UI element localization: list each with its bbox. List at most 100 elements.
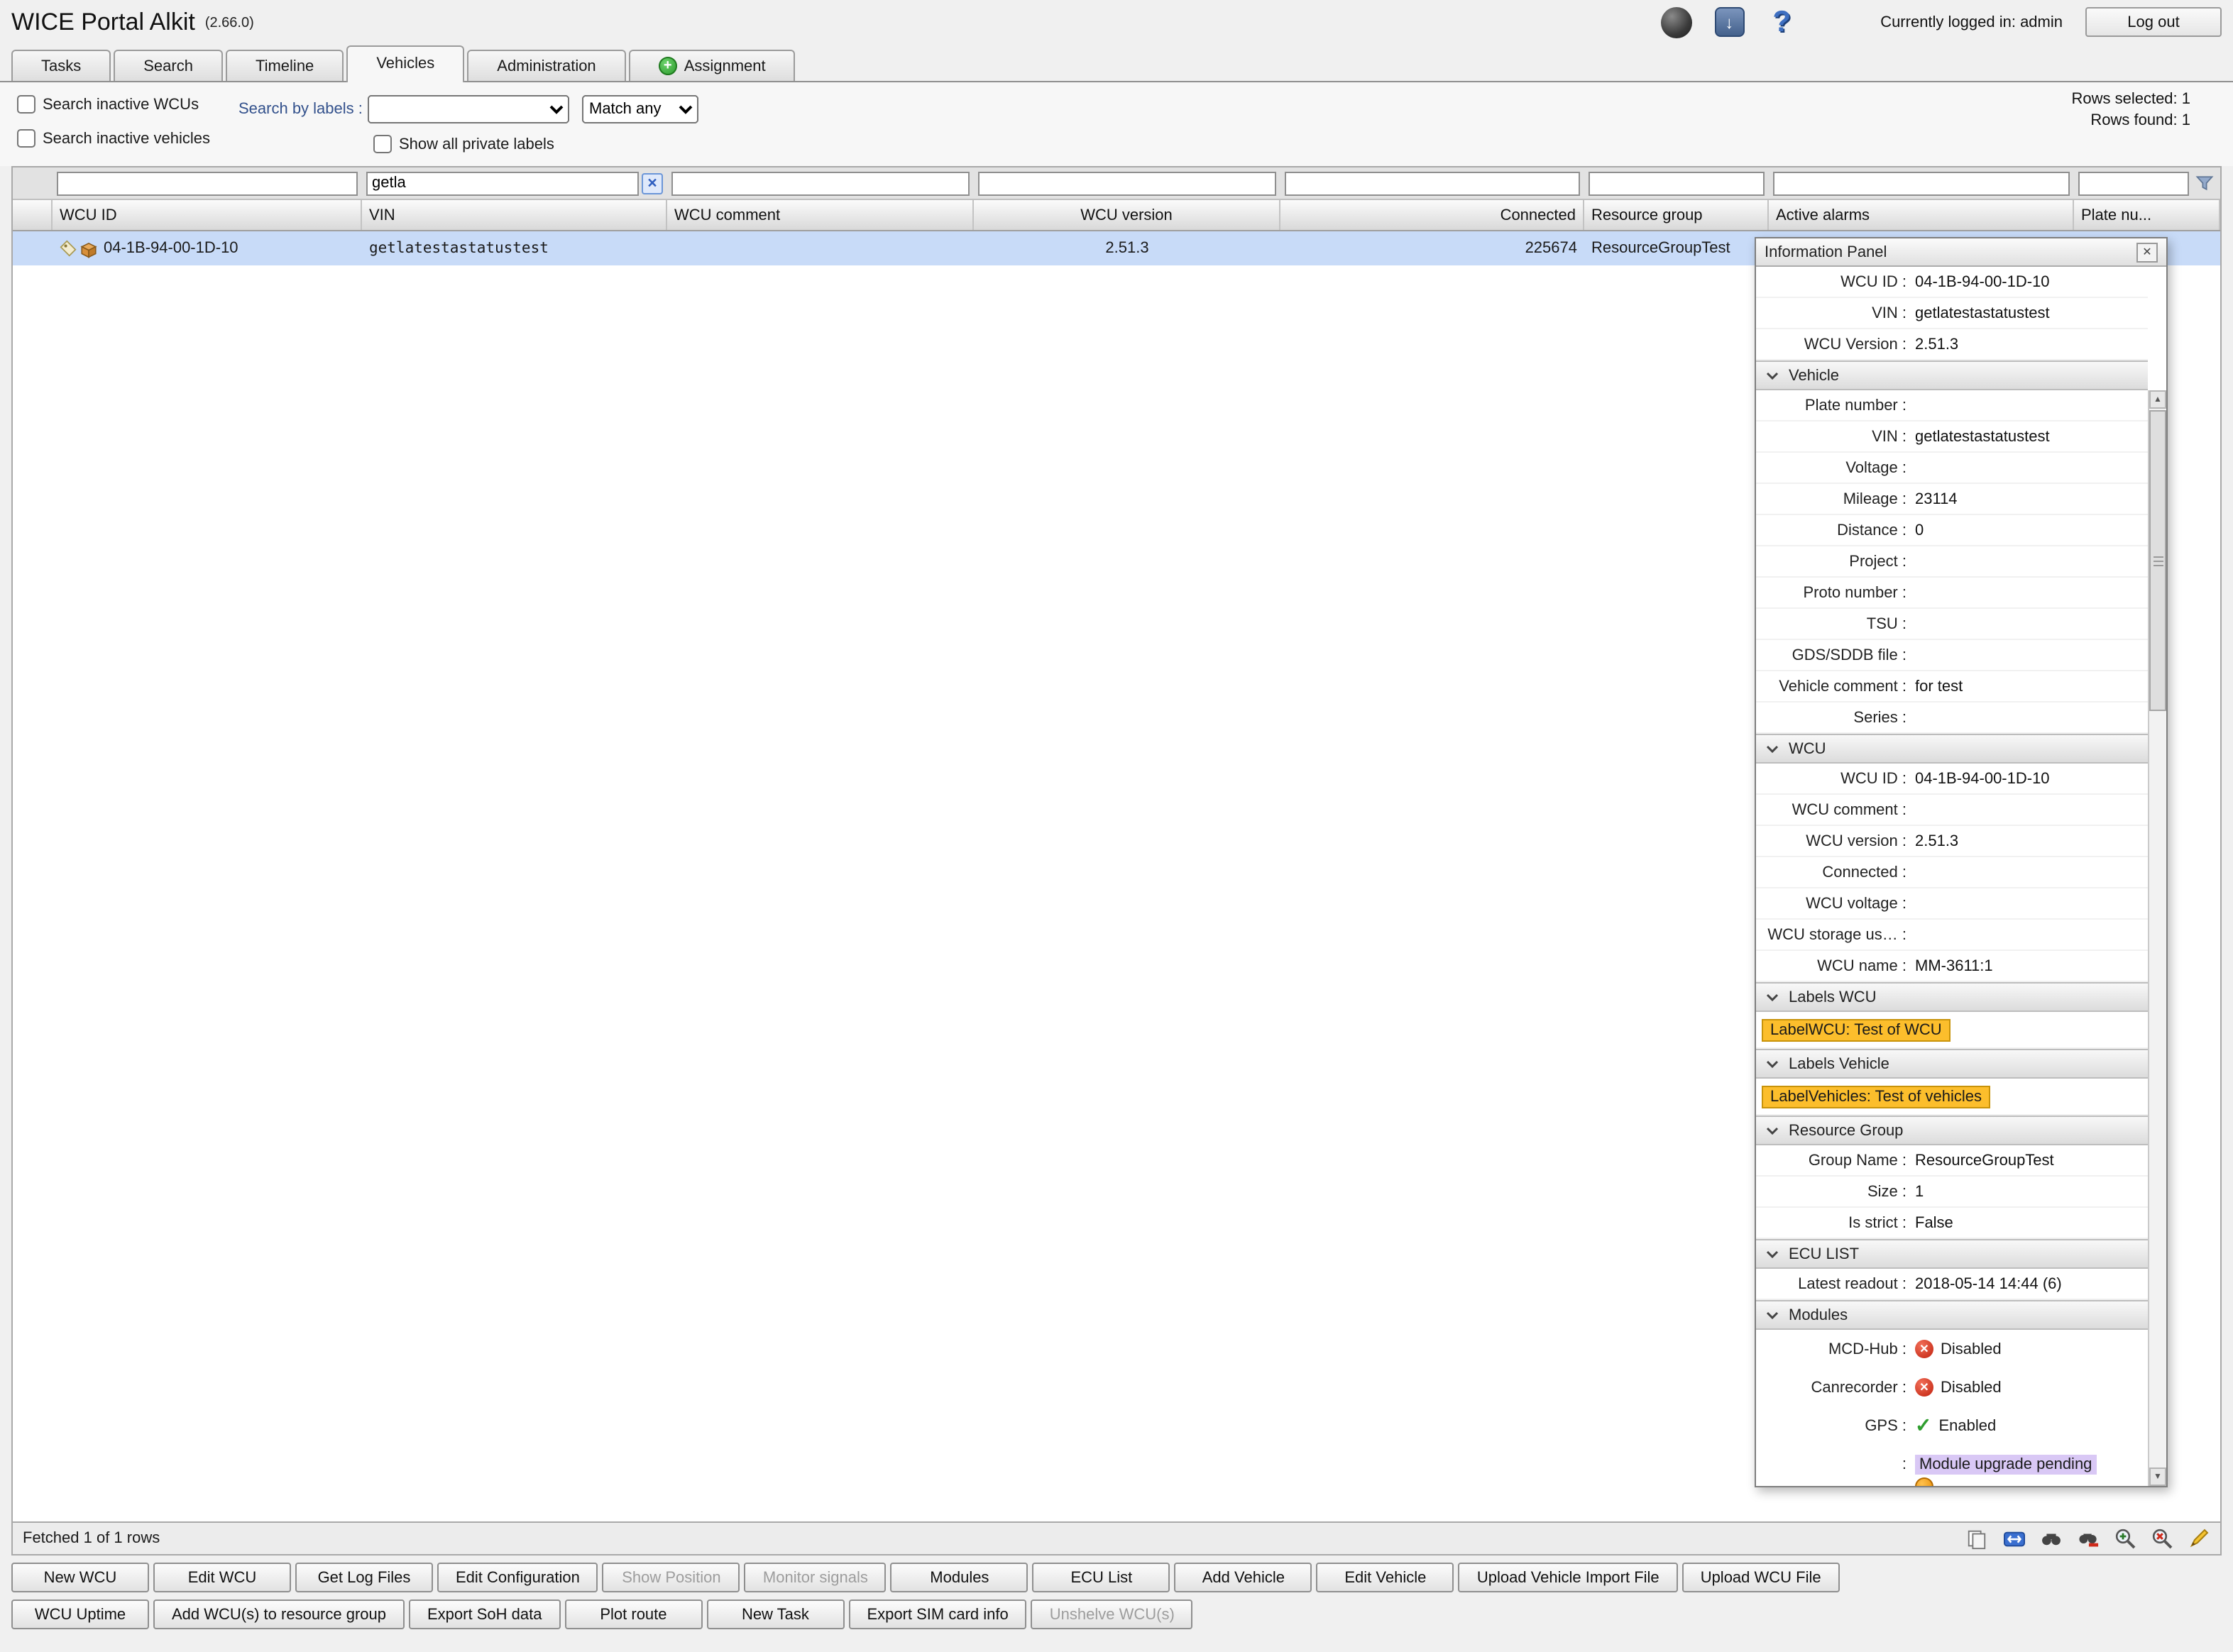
column-header-wcu-comment[interactable]: WCU comment (667, 200, 974, 230)
search-inactive-vehicles-checkbox[interactable]: Search inactive vehicles (17, 129, 210, 148)
tab-vehicles[interactable]: Vehicles (346, 45, 464, 82)
vin-filter-input[interactable] (366, 171, 639, 195)
info-row-label: Project : (1756, 553, 1915, 570)
plate-filter-input[interactable] (2078, 171, 2189, 195)
tab-timeline[interactable]: Timeline (226, 50, 344, 81)
info-row: WCU ID : 04-1B-94-00-1D-10 (1756, 764, 2148, 795)
export-icon[interactable] (2002, 1526, 2026, 1551)
section-header-ecu-list[interactable]: ECU LIST (1756, 1239, 2148, 1269)
add-vehicle-button[interactable]: Add Vehicle (1175, 1563, 1312, 1592)
connected-filter-input[interactable] (1285, 171, 1580, 195)
copy-icon[interactable] (1965, 1526, 1989, 1551)
info-row-value: 2018-05-14 14:44 (6) (1915, 1275, 2062, 1292)
info-row-label: Distance : (1756, 522, 1915, 539)
show-position-button: Show Position (603, 1563, 740, 1592)
download-icon[interactable]: ↓ (1713, 6, 1745, 38)
clear-filter-icon[interactable]: ✕ (642, 172, 663, 194)
edit-vehicle-button[interactable]: Edit Vehicle (1317, 1563, 1454, 1592)
section-header-resource-group[interactable]: Resource Group (1756, 1116, 2148, 1145)
section-header-wcu[interactable]: WCU (1756, 734, 2148, 764)
active-alarms-filter-input[interactable] (1773, 171, 2070, 195)
section-header-labels-vehicle[interactable]: Labels Vehicle (1756, 1049, 2148, 1079)
info-row-label: Vehicle comment : (1756, 678, 1915, 695)
ecu-list-button[interactable]: ECU List (1033, 1563, 1170, 1592)
disabled-icon: ✕ (1915, 1340, 1933, 1358)
match-mode-select[interactable]: Match any (582, 95, 698, 123)
section-header-vehicle[interactable]: Vehicle (1756, 360, 2148, 390)
column-header-connected[interactable]: Connected (1280, 200, 1584, 230)
chevron-down-icon (1766, 744, 1779, 753)
search-inactive-wcus-checkbox[interactable]: Search inactive WCUs (17, 95, 199, 114)
scroll-down-icon[interactable]: ▼ (2149, 1467, 2166, 1486)
export-soh-data-button[interactable]: Export SoH data (409, 1599, 560, 1629)
tab-administration[interactable]: Administration (467, 50, 625, 81)
chevron-down-icon (1766, 1126, 1779, 1135)
status-bar-icons (1965, 1526, 2210, 1551)
info-row-value: 23114 (1915, 490, 1958, 507)
zoom-in-icon[interactable] (2112, 1526, 2136, 1551)
section-title: Labels WCU (1789, 989, 1877, 1006)
panel-scrollbar[interactable]: ▲ ▼ (2148, 390, 2166, 1486)
filter-funnel-icon[interactable] (2192, 171, 2216, 195)
upload-vehicle-import-file-button[interactable]: Upload Vehicle Import File (1459, 1563, 1678, 1592)
find-icon[interactable] (2039, 1526, 2063, 1551)
wcu-uptime-button[interactable]: WCU Uptime (11, 1599, 149, 1629)
edit-icon[interactable] (2186, 1526, 2210, 1551)
get-log-files-button[interactable]: Get Log Files (295, 1563, 433, 1592)
info-row: GDS/SDDB file : (1756, 640, 2148, 671)
zoom-clear-icon[interactable] (2149, 1526, 2173, 1551)
plot-route-button[interactable]: Plot route (564, 1599, 702, 1629)
app-title: WICE Portal Alkit (11, 8, 195, 36)
column-header-vin[interactable]: VIN (362, 200, 667, 230)
column-header-resource-group[interactable]: Resource group (1584, 200, 1769, 230)
modules-button[interactable]: Modules (891, 1563, 1028, 1592)
labels-select[interactable] (368, 95, 569, 123)
wcu-version-filter-input[interactable] (978, 171, 1276, 195)
resource-group-filter-input[interactable] (1589, 171, 1765, 195)
ecu-list-rows: Latest readout : 2018-05-14 14:44 (6) (1756, 1269, 2148, 1300)
section-header-labels-wcu[interactable]: Labels WCU (1756, 982, 2148, 1012)
logout-button[interactable]: Log out (2085, 7, 2222, 37)
new-task-button[interactable]: New Task (706, 1599, 844, 1629)
wcu-comment-filter-input[interactable] (671, 171, 970, 195)
info-row-label: WCU storage us… : (1756, 926, 1915, 943)
upload-wcu-file-button[interactable]: Upload WCU File (1682, 1563, 1840, 1592)
label-chip: LabelWCU: Test of WCU (1762, 1018, 1951, 1041)
show-all-private-labels-checkbox[interactable]: Show all private labels (373, 135, 554, 153)
section-header-modules[interactable]: Modules (1756, 1300, 2148, 1330)
wcu-id-filter-input[interactable] (57, 171, 358, 195)
information-panel-title: Information Panel (1765, 243, 1887, 260)
checkbox-icon[interactable] (17, 129, 35, 148)
column-header-wcu-version[interactable]: WCU version (974, 200, 1280, 230)
export-sim-card-info-button[interactable]: Export SIM card info (848, 1599, 1026, 1629)
globe-icon[interactable] (1660, 6, 1693, 38)
column-header-wcu-id[interactable]: WCU ID (53, 200, 362, 230)
edit-wcu-button[interactable]: Edit WCU (153, 1563, 291, 1592)
rows-selected-label: Rows selected: 1 (2071, 89, 2190, 111)
info-row-value: getlatestastatustest (1915, 304, 2050, 321)
module-status: Enabled (1938, 1417, 1996, 1434)
checkbox-icon[interactable] (373, 135, 392, 153)
column-header-active-alarms[interactable]: Active alarms (1769, 200, 2074, 230)
info-row-value: for test (1915, 678, 1963, 695)
scroll-up-icon[interactable]: ▲ (2149, 390, 2166, 409)
tab-assignment[interactable]: + Assignment (629, 50, 796, 81)
add-wcus-to-resource-group-button[interactable]: Add WCU(s) to resource group (153, 1599, 405, 1629)
find-remove-icon[interactable] (2075, 1526, 2100, 1551)
info-row-label: Proto number : (1756, 584, 1915, 601)
section-title: Vehicle (1789, 367, 1839, 384)
column-header-plate-number[interactable]: Plate nu... (2074, 200, 2220, 230)
edit-configuration-button[interactable]: Edit Configuration (437, 1563, 598, 1592)
scrollbar-thumb[interactable] (2149, 410, 2166, 711)
help-icon[interactable]: ? (1765, 6, 1798, 38)
chevron-down-icon (1766, 1059, 1779, 1068)
new-wcu-button[interactable]: New WCU (11, 1563, 149, 1592)
search-inactive-vehicles-label: Search inactive vehicles (43, 130, 210, 147)
info-row-label: WCU ID : (1756, 770, 1915, 787)
checkbox-icon[interactable] (17, 95, 35, 114)
tab-tasks[interactable]: Tasks (11, 50, 111, 81)
tab-search[interactable]: Search (114, 50, 223, 81)
module-status: Module upgrade pending (1915, 1454, 2096, 1474)
rows-info: Rows selected: 1 Rows found: 1 (2071, 89, 2190, 132)
close-icon[interactable]: ✕ (2136, 242, 2158, 262)
